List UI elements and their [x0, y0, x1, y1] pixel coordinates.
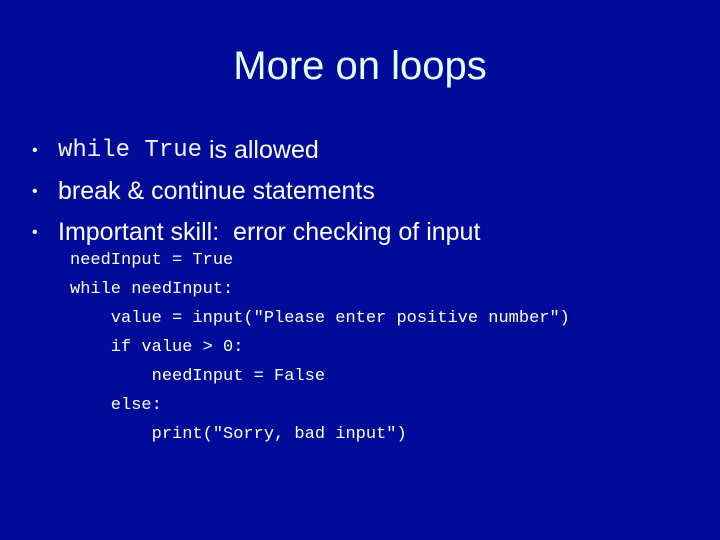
slide-title: More on loops [233, 44, 487, 88]
code-line: needInput = True [70, 251, 234, 270]
bullet-item: • break & continue statements [26, 171, 480, 212]
bullet-icon: • [32, 141, 38, 159]
code-line: while needInput: [70, 280, 234, 299]
code-line: if value > 0: [70, 338, 244, 357]
bullet-item: • Important skill: error checking of inp… [26, 212, 480, 253]
code-line: else: [70, 396, 162, 415]
code-block: needInput = True while needInput: value … [70, 249, 570, 452]
bullet-text: Important skill: error checking of input [58, 218, 481, 246]
bullet-icon: • [32, 182, 38, 200]
code-line: print("Sorry, bad input") [70, 425, 407, 444]
bullet-text: is allowed [202, 136, 319, 164]
bullet-item: • while True is allowed [26, 130, 480, 171]
bullet-text: break & continue statements [58, 177, 375, 205]
bullet-icon: • [32, 223, 38, 241]
code-line: value = input("Please enter positive num… [70, 309, 570, 328]
inline-code: while True [58, 137, 203, 164]
slide: More on loops • while True is allowed • … [0, 0, 720, 540]
code-line: needInput = False [70, 367, 326, 386]
bullet-list: • while True is allowed • break & contin… [26, 130, 480, 253]
